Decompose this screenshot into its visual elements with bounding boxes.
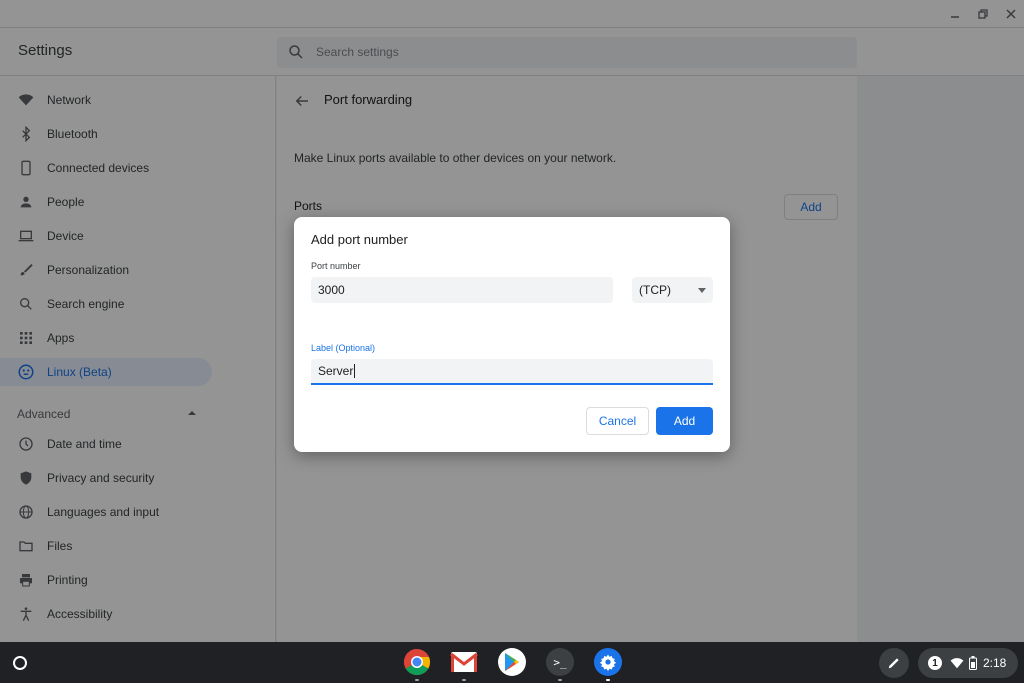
clock-time: 2:18: [983, 656, 1007, 670]
settings-icon[interactable]: [594, 648, 622, 681]
port-number-value: 3000: [318, 283, 345, 297]
stylus-tools-button[interactable]: [879, 648, 909, 678]
pen-icon: [888, 658, 899, 669]
text-cursor: [354, 364, 356, 378]
gmail-icon[interactable]: [450, 648, 478, 681]
dialog-title: Add port number: [311, 232, 408, 247]
add-button[interactable]: Add: [656, 407, 713, 435]
add-port-dialog: Add port number Port number 3000 (TCP) L…: [294, 217, 730, 452]
battery-icon: [969, 656, 977, 670]
running-indicator: [415, 679, 419, 681]
cancel-button[interactable]: Cancel: [586, 407, 649, 435]
chrome-icon[interactable]: [403, 648, 431, 681]
label-field-label: Label (Optional): [311, 343, 376, 353]
dropdown-arrow-icon: [698, 287, 706, 293]
port-number-label: Port number: [311, 261, 361, 271]
running-indicator: [606, 679, 610, 681]
running-indicator: [462, 679, 466, 681]
terminal-icon[interactable]: >_: [546, 648, 574, 681]
wifi-icon: [950, 657, 964, 669]
terminal-glyph: >_: [553, 655, 567, 669]
label-value: Server: [318, 364, 354, 378]
play-store-icon[interactable]: [498, 648, 526, 676]
shelf: >_ 1 2:18: [0, 642, 1024, 683]
protocol-select[interactable]: (TCP): [632, 277, 713, 303]
port-number-input[interactable]: 3000: [311, 277, 613, 303]
running-indicator: [558, 679, 562, 681]
protocol-value: (TCP): [639, 283, 671, 297]
notification-badge: 1: [928, 656, 942, 670]
status-tray[interactable]: 1 2:18: [918, 648, 1018, 678]
label-input[interactable]: Server: [311, 359, 713, 385]
launcher-icon: [13, 656, 27, 670]
launcher-button[interactable]: [8, 651, 32, 675]
